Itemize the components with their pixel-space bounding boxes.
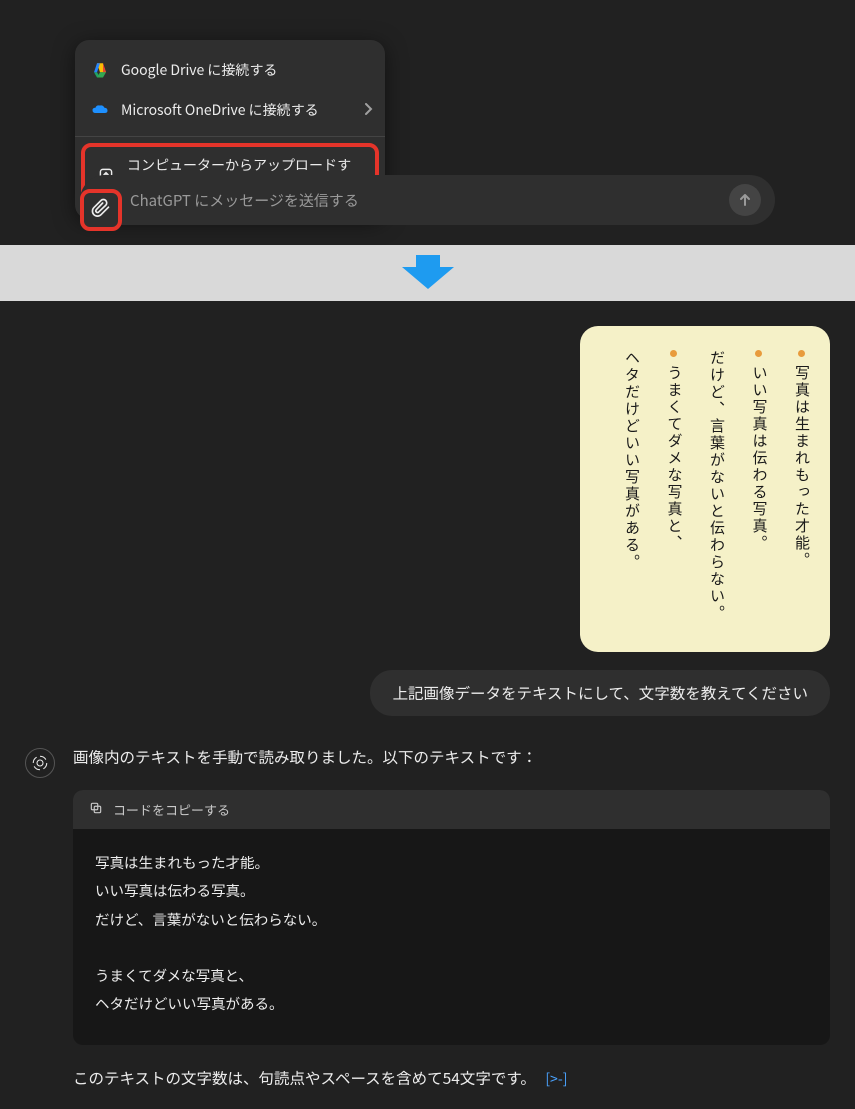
assistant-avatar-icon xyxy=(25,748,55,778)
assistant-message: 画像内のテキストを手動で読み取りました。以下のテキストです： コードをコピーする… xyxy=(25,746,830,1089)
dropdown-item-label: Google Drive に接続する xyxy=(121,60,277,80)
chat-input-bar[interactable]: ChatGPT にメッセージを送信する xyxy=(80,175,775,225)
dropdown-item-google-drive[interactable]: Google Drive に接続する xyxy=(75,50,385,90)
chat-input-placeholder: ChatGPT にメッセージを送信する xyxy=(130,190,717,211)
dropdown-item-label: Microsoft OneDrive に接続する xyxy=(121,100,319,120)
user-prompt-bubble: 上記画像データをテキストにして、文字数を教えてください xyxy=(370,670,830,716)
attach-button[interactable] xyxy=(80,189,122,231)
dropdown-item-onedrive[interactable]: Microsoft OneDrive に接続する xyxy=(75,90,385,130)
reference-link[interactable]: [>-] xyxy=(545,1069,567,1089)
image-text-line-3: だけど、言葉がないと伝わらない。 xyxy=(705,350,728,622)
onedrive-icon xyxy=(91,101,109,119)
image-text-line-5: ヘタだけどいい写真がある。 xyxy=(620,350,643,622)
copy-code-button[interactable]: コードをコピーする xyxy=(73,790,830,829)
arrow-divider xyxy=(0,245,855,301)
top-screenshot-panel: Google Drive に接続する Microsoft OneDrive に接… xyxy=(0,0,855,245)
bottom-screenshot-panel: 写真は生まれもった才能。 いい写真は伝わる写真。 だけど、言葉がないと伝わらない… xyxy=(0,301,855,1109)
copy-code-label: コードをコピーする xyxy=(113,800,230,819)
assistant-intro-text: 画像内のテキストを手動で読み取りました。以下のテキストです： xyxy=(73,746,830,768)
code-body-text: 写真は生まれもった才能。 いい写真は伝わる写真。 だけど、言葉がないと伝わらない… xyxy=(73,829,830,1045)
user-message: 写真は生まれもった才能。 いい写真は伝わる写真。 だけど、言葉がないと伝わらない… xyxy=(25,326,830,716)
dropdown-divider xyxy=(75,136,385,137)
down-arrow-icon xyxy=(398,251,458,291)
assistant-count-text: このテキストの文字数は、句読点やスペースを含めて54文字です。 [>-] xyxy=(73,1067,830,1089)
send-button[interactable] xyxy=(729,184,761,216)
code-block: コードをコピーする 写真は生まれもった才能。 いい写真は伝わる写真。 だけど、言… xyxy=(73,790,830,1045)
chevron-right-icon xyxy=(365,100,373,120)
image-text-line-4: うまくてダメな写真と、 xyxy=(662,350,685,622)
image-text-line-2: いい写真は伝わる写真。 xyxy=(747,350,770,622)
paperclip-icon xyxy=(91,197,111,224)
image-text-line-1: 写真は生まれもった才能。 xyxy=(790,350,813,622)
copy-icon xyxy=(89,800,103,819)
google-drive-icon xyxy=(91,61,109,79)
uploaded-image-card[interactable]: 写真は生まれもった才能。 いい写真は伝わる写真。 だけど、言葉がないと伝わらない… xyxy=(580,326,830,652)
